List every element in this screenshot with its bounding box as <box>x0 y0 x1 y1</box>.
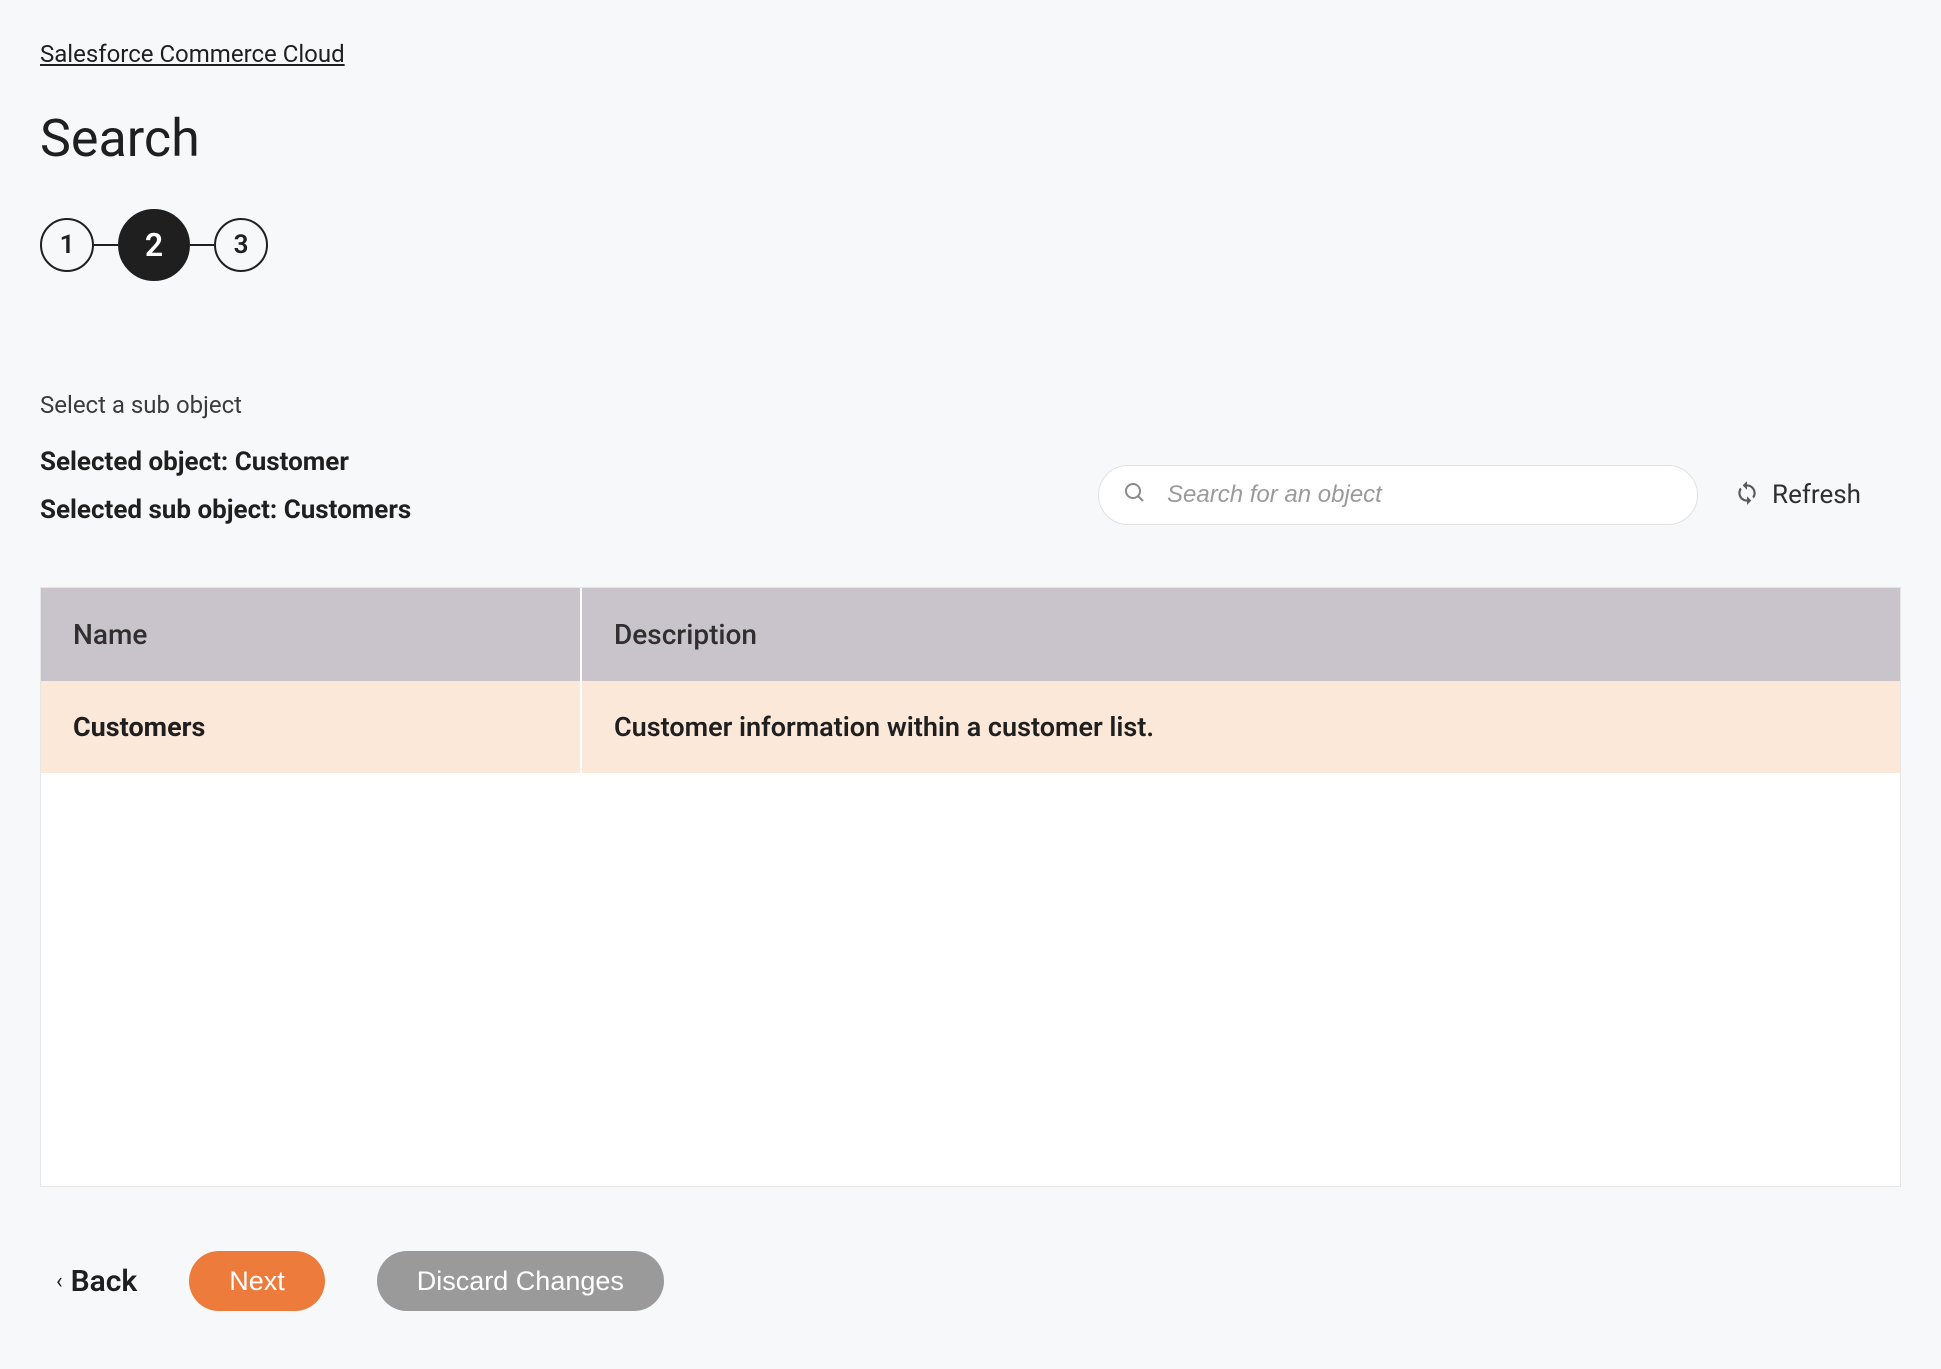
stepper: 1 2 3 <box>40 209 1901 281</box>
step-connector <box>94 244 118 246</box>
cell-name: Customers <box>41 681 581 773</box>
search-input[interactable] <box>1167 481 1673 509</box>
page-title: Search <box>40 108 1901 169</box>
refresh-label: Refresh <box>1772 480 1861 510</box>
breadcrumb-salesforce-commerce-cloud[interactable]: Salesforce Commerce Cloud <box>40 40 345 68</box>
chevron-left-icon: ‹ <box>56 1269 63 1294</box>
column-header-description: Description <box>581 588 1900 681</box>
step-connector <box>190 244 214 246</box>
object-table: Name Description Customers Customer info… <box>41 588 1900 773</box>
selected-sub-object-label: Selected sub object: Customers <box>40 495 411 525</box>
subheading-select-sub-object: Select a sub object <box>40 391 1901 419</box>
column-header-name: Name <box>41 588 581 681</box>
step-1[interactable]: 1 <box>40 218 94 272</box>
back-button[interactable]: ‹ Back <box>56 1264 137 1299</box>
step-3[interactable]: 3 <box>214 218 268 272</box>
search-box[interactable] <box>1098 465 1698 525</box>
cell-description: Customer information within a customer l… <box>581 681 1900 773</box>
back-label: Back <box>71 1264 138 1299</box>
refresh-button[interactable]: Refresh <box>1734 480 1861 510</box>
search-icon <box>1123 481 1147 509</box>
refresh-icon <box>1734 480 1760 510</box>
table-row[interactable]: Customers Customer information within a … <box>41 681 1900 773</box>
step-2[interactable]: 2 <box>118 209 190 281</box>
object-table-container: Name Description Customers Customer info… <box>40 587 1901 1187</box>
discard-changes-button[interactable]: Discard Changes <box>377 1251 664 1311</box>
next-button[interactable]: Next <box>189 1251 325 1311</box>
selected-object-label: Selected object: Customer <box>40 447 411 477</box>
